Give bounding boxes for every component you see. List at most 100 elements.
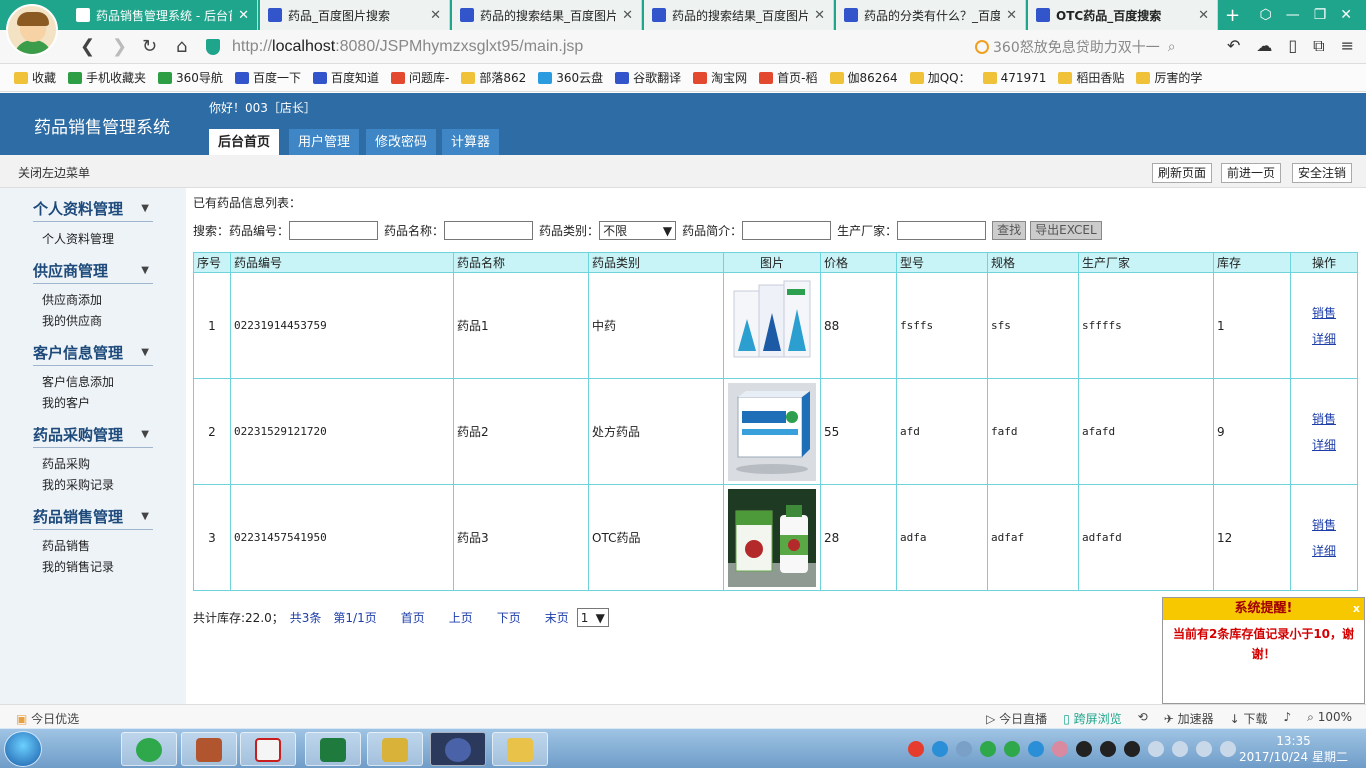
taskbar-app-acrobat[interactable] — [240, 732, 296, 766]
system-clock[interactable]: 13:35 2017/10/24 星期二 — [1239, 733, 1348, 765]
reading-mode-icon[interactable]: ▯ — [1288, 36, 1297, 56]
taskbar-app-game[interactable] — [181, 732, 237, 766]
close-tab-icon[interactable]: ✕ — [1006, 8, 1017, 23]
bookmark-item[interactable]: 淘宝网 — [693, 69, 747, 86]
category-select[interactable]: 不限 ▼ — [599, 221, 677, 240]
tab-home[interactable]: 后台首页 — [209, 129, 280, 156]
forward-page-button[interactable]: 前进一页 — [1221, 163, 1282, 183]
first-page-link[interactable]: 首页 — [401, 609, 425, 626]
bookmark-item[interactable]: 问题库- — [390, 69, 449, 86]
home-icon[interactable]: ⌂ — [176, 36, 187, 57]
code-input[interactable] — [289, 221, 379, 240]
network-tool-icon[interactable] — [932, 741, 948, 757]
browser-tab-4[interactable]: 药品的搜索结果_百度图片 ✕ — [644, 0, 834, 30]
last-page-link[interactable]: 末页 — [545, 609, 569, 626]
search-icon[interactable]: ⌕ — [1168, 39, 1176, 55]
prev-page-link[interactable]: 上页 — [449, 609, 473, 626]
sidebar-item-sales[interactable]: 药品销售 — [42, 537, 90, 554]
bookmark-item[interactable]: 厉害的学 — [1136, 69, 1202, 86]
url-field[interactable]: http://localhost:8080/JSPMhymzxsglxt95/m… — [206, 34, 966, 60]
flag-icon[interactable] — [1172, 741, 1188, 757]
tab-change-password[interactable]: 修改密码 — [366, 129, 437, 156]
sidebar-item-my-customers[interactable]: 我的客户 — [42, 394, 90, 411]
bookmark-item[interactable]: 471971 — [982, 71, 1046, 85]
browser-tab-6[interactable]: OTC药品_百度搜索 ✕ — [1028, 0, 1218, 30]
sidebar-item-profile[interactable]: 个人资料管理 — [42, 230, 114, 247]
restore-session-icon[interactable]: ⟲ — [1138, 710, 1148, 727]
bookmark-item[interactable]: 加QQ： — [909, 69, 971, 86]
qq-icon[interactable] — [1124, 741, 1140, 757]
taskbar-app-excel[interactable] — [305, 732, 361, 766]
tab-user-management[interactable]: 用户管理 — [289, 129, 360, 156]
close-tab-icon[interactable]: ✕ — [1198, 8, 1209, 23]
browser-tab-3[interactable]: 药品的搜索结果_百度图片 ✕ — [452, 0, 642, 30]
download-link[interactable]: ↓ 下载 — [1230, 710, 1268, 727]
sidebar-item-customer-add[interactable]: 客户信息添加 — [42, 373, 114, 390]
sidebar-group-supplier[interactable]: 供应商管理 ▼ — [33, 260, 153, 284]
bookmark-item[interactable]: 360导航 — [158, 69, 223, 86]
daily-picks-link[interactable]: ▣ 今日优选 — [16, 710, 79, 727]
zoom-level[interactable]: ⌕ 100% — [1307, 710, 1352, 727]
undo-icon[interactable]: ↶ — [1227, 36, 1240, 56]
minimize-icon[interactable]: — — [1286, 7, 1300, 23]
maker-input[interactable] — [897, 221, 987, 240]
intro-input[interactable] — [742, 221, 832, 240]
bookmark-item[interactable]: 伽86264 — [829, 69, 898, 86]
sidebar-item-my-suppliers[interactable]: 我的供应商 — [42, 312, 102, 329]
sidebar-group-purchase[interactable]: 药品采购管理 ▼ — [33, 424, 153, 448]
sell-link[interactable]: 销售 — [1291, 512, 1357, 538]
live-link[interactable]: ▷ 今日直播 — [986, 710, 1047, 727]
sidebar-group-profile[interactable]: 个人资料管理 ▼ — [33, 198, 153, 222]
sell-link[interactable]: 销售 — [1291, 300, 1357, 326]
detail-link[interactable]: 详细 — [1291, 538, 1357, 564]
browser-tab-5[interactable]: 药品的分类有什么？_百度 ✕ — [836, 0, 1026, 30]
next-page-link[interactable]: 下页 — [497, 609, 521, 626]
taskbar-app-tools[interactable] — [367, 732, 423, 766]
sidebar-group-sales[interactable]: 药品销售管理 ▼ — [33, 506, 153, 530]
taskbar-app-eclipse[interactable] — [430, 732, 486, 766]
360-tray-icon[interactable] — [980, 741, 996, 757]
close-tab-icon[interactable]: ✕ — [622, 8, 633, 23]
cloud-icon[interactable]: ☁ — [1256, 36, 1272, 56]
new-tab-icon[interactable]: + — [1225, 5, 1240, 26]
close-tab-icon[interactable]: ✕ — [430, 8, 441, 23]
detail-link[interactable]: 详细 — [1291, 326, 1357, 352]
bookmark-item[interactable]: 稻田香贴 — [1058, 69, 1124, 86]
close-window-icon[interactable]: ✕ — [1340, 7, 1352, 23]
browser-tab-2[interactable]: 药品_百度图片搜索 ✕ — [260, 0, 450, 30]
history-icon[interactable]: ⧉ — [1313, 36, 1324, 56]
bookmark-item[interactable]: 谷歌翻译 — [615, 69, 681, 86]
forward-icon[interactable]: ❯ — [112, 36, 127, 57]
sell-link[interactable]: 销售 — [1291, 406, 1357, 432]
bookmark-item[interactable]: 收藏 — [14, 69, 56, 86]
close-tab-icon[interactable]: ✕ — [814, 8, 825, 23]
page-select[interactable]: 1 ▼ — [576, 608, 609, 627]
bookmark-item[interactable]: 部落862 — [461, 69, 526, 86]
sidebar-group-customer[interactable]: 客户信息管理 ▼ — [33, 342, 153, 366]
user-tool-icon[interactable] — [956, 741, 972, 757]
sidebar-item-purchase[interactable]: 药品采购 — [42, 455, 90, 472]
volume-icon[interactable] — [1196, 741, 1212, 757]
bookmark-item[interactable]: 百度知道 — [312, 69, 379, 86]
shield-icon[interactable] — [1004, 741, 1020, 757]
signal-icon[interactable] — [1220, 741, 1236, 757]
display-icon[interactable] — [1148, 741, 1164, 757]
browser-search-field[interactable]: 360怒放免息贷助力双十一 ⌕ — [975, 34, 1215, 60]
name-input[interactable] — [444, 221, 534, 240]
sidebar-item-supplier-add[interactable]: 供应商添加 — [42, 291, 102, 308]
bookmark-item[interactable]: 首页-稻 — [759, 69, 818, 86]
logout-button[interactable]: 安全注销 — [1292, 163, 1353, 183]
refresh-page-button[interactable]: 刷新页面 — [1152, 163, 1213, 183]
bookmark-item[interactable]: 百度一下 — [234, 69, 301, 86]
browser-tab-1[interactable]: 药品销售管理系统 - 后台首页 ✕ — [68, 0, 258, 30]
export-excel-button[interactable]: 导出EXCEL — [1030, 221, 1102, 240]
close-left-menu-link[interactable]: 关闭左边菜单 — [18, 164, 90, 181]
close-tab-icon[interactable]: ✕ — [238, 8, 249, 23]
security-icon[interactable] — [1028, 741, 1044, 757]
close-icon[interactable]: x — [1353, 598, 1360, 620]
tab-calculator[interactable]: 计算器 — [442, 129, 500, 156]
qq-icon[interactable] — [1076, 741, 1092, 757]
volume-icon[interactable]: ♪ — [1283, 710, 1291, 727]
restore-icon[interactable]: ❐ — [1314, 7, 1327, 23]
cross-screen-link[interactable]: ▯ 跨屏浏览 — [1063, 710, 1121, 727]
